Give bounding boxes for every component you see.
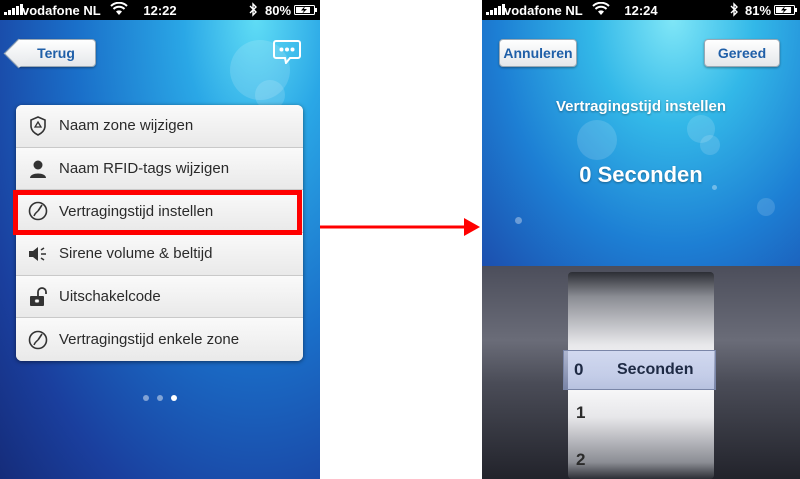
battery-percentage: 80%: [265, 3, 292, 18]
page-dot: [143, 395, 149, 401]
menu-item-label: Naam zone wijzigen: [59, 117, 194, 135]
stopwatch-icon: [28, 330, 48, 350]
cancel-button[interactable]: Annuleren: [499, 39, 577, 67]
transition-arrow-icon: [320, 218, 480, 236]
menu-item-label: Sirene volume & beltijd: [59, 245, 213, 263]
menu-item-rfid-names[interactable]: Naam RFID-tags wijzigen: [16, 147, 303, 191]
done-button[interactable]: Gereed: [704, 39, 780, 67]
cancel-button-label: Annuleren: [503, 45, 573, 61]
highlight-box: [13, 190, 302, 235]
menu-item-label: Naam RFID-tags wijzigen: [59, 160, 230, 178]
menu-item-label: Uitschakelcode: [59, 288, 161, 306]
page-indicator[interactable]: [143, 395, 177, 401]
chat-bubble-icon[interactable]: [273, 40, 301, 64]
battery-charging-icon: [774, 5, 797, 15]
current-value: 0 Seconden: [579, 162, 703, 187]
menu-item-disarm-code[interactable]: Uitschakelcode: [16, 275, 303, 319]
bluetooth-icon: [730, 2, 738, 17]
menu-item-label: Vertragingstijd enkele zone: [59, 331, 240, 349]
picker-selection-bar[interactable]: 0 Seconden: [563, 350, 716, 390]
back-button[interactable]: Terug: [3, 38, 96, 69]
menu-item-single-zone-delay[interactable]: Vertragingstijd enkele zone: [16, 318, 303, 362]
menu-item-siren[interactable]: Sirene volume & beltijd: [16, 233, 303, 276]
status-bar: vodafone NL 12:22 80%: [0, 0, 320, 20]
picker-selected-value: 0: [574, 360, 584, 379]
person-icon: [28, 159, 48, 179]
done-button-label: Gereed: [717, 45, 767, 61]
shield-icon: [28, 115, 48, 136]
page-dot: [157, 395, 163, 401]
phone-screen-left: vodafone NL 12:22 80% Terug Naam zone wi…: [0, 0, 320, 479]
padlock-icon: [28, 286, 48, 307]
bluetooth-icon: [249, 2, 257, 17]
speaker-icon: [28, 244, 48, 264]
back-button-label: Terug: [37, 45, 75, 61]
page-dot-active: [171, 395, 177, 401]
status-bar: vodafone NL 12:24 81%: [482, 0, 800, 20]
menu-item-zone-name[interactable]: Naam zone wijzigen: [16, 105, 303, 148]
picker-unit-label: Seconden: [617, 361, 694, 378]
battery-percentage: 81%: [745, 3, 772, 18]
battery-charging-icon: [294, 5, 317, 15]
page-title: Vertragingstijd instellen: [555, 98, 727, 115]
picker-option[interactable]: 1: [576, 403, 585, 423]
picker-option[interactable]: 2: [576, 450, 585, 470]
